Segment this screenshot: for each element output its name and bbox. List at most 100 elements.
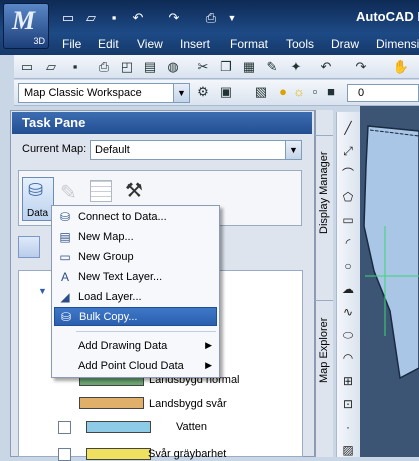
new-map-icon: ▤ [59, 230, 71, 244]
menu-item-label: Load Layer... [78, 291, 142, 303]
current-map-select[interactable]: Default ▼ [90, 140, 302, 160]
menu-item-add-point-cloud-data[interactable]: Add Point Cloud Data ▶ [54, 357, 217, 376]
tab-display-manager[interactable]: Display Manager [315, 135, 333, 250]
legend-label: Landsbygd svår [149, 398, 227, 410]
menu-item-label: Connect to Data... [78, 211, 167, 223]
menu-item-new-group[interactable]: ▭ New Group [54, 248, 217, 267]
new-icon[interactable]: ▭ [18, 58, 36, 76]
legend-swatch-svar-grayb [86, 448, 151, 460]
new-icon[interactable]: ▭ [60, 10, 76, 26]
menu-edit[interactable]: Edit [98, 37, 119, 51]
globe-icon[interactable]: ◍ [164, 58, 182, 76]
legend-label: Svår gräybarhet [148, 448, 227, 460]
menu-item-load-layer[interactable]: ◢ Load Layer... [54, 288, 217, 307]
open-icon[interactable]: ▱ [83, 10, 99, 26]
workspace-settings-icon[interactable]: ▣ [217, 83, 235, 101]
line-icon[interactable]: ╱ [339, 120, 357, 136]
data-button-label: Data [27, 208, 49, 219]
app-title: AutoCAD M [356, 9, 419, 24]
menu-separator [76, 331, 216, 332]
publish-icon[interactable]: ▤ [141, 58, 159, 76]
expand-triangle-icon[interactable]: ▼ [38, 286, 47, 296]
text-layer-icon: A [60, 270, 69, 284]
undo-icon[interactable]: ↶ [317, 58, 335, 76]
menu-item-new-map[interactable]: ▤ New Map... [54, 228, 217, 247]
task-pane-title: Task Pane [12, 112, 312, 134]
gear-icon[interactable]: ⚙ [194, 83, 212, 101]
menu-item-bulk-copy[interactable]: ⛁ Bulk Copy... [54, 307, 217, 326]
pan-icon[interactable]: ✋ [392, 58, 410, 76]
undo-icon[interactable]: ↶ [130, 10, 146, 26]
save-icon[interactable]: ▪ [106, 10, 122, 26]
menu-item-connect-to-data[interactable]: ⛁ Connect to Data... [54, 208, 217, 227]
application-menu-button[interactable]: M 3D [3, 3, 49, 49]
layer-color-icon[interactable]: ■ [322, 83, 340, 101]
database-icon: ⛁ [28, 180, 44, 200]
cut-icon[interactable]: ✂ [194, 58, 212, 76]
print-icon[interactable]: ⎙ [203, 10, 219, 26]
dropdown-icon[interactable]: ▼ [224, 10, 240, 26]
menu-item-add-drawing-data[interactable]: Add Drawing Data ▶ [54, 337, 217, 356]
spline-icon[interactable]: ∿ [339, 304, 357, 320]
revision-cloud-icon[interactable]: ☁ [339, 281, 357, 297]
menu-dimension[interactable]: Dimensio [376, 37, 419, 51]
layer-visibility-checkbox[interactable] [58, 448, 71, 461]
ellipse-arc-icon[interactable]: ◠ [339, 350, 357, 366]
layer-properties-icon[interactable]: ▧ [252, 83, 270, 101]
block-icon[interactable]: ✦ [287, 58, 305, 76]
layer-select[interactable]: 0 [347, 84, 419, 102]
map-polygon-drawing [363, 125, 419, 380]
menu-tools[interactable]: Tools [286, 37, 314, 51]
submenu-arrow-icon: ▶ [205, 340, 212, 350]
circle-icon[interactable]: ○ [339, 258, 357, 274]
paste-icon[interactable]: ▦ [240, 58, 258, 76]
table-icon[interactable] [90, 180, 112, 202]
arc-icon[interactable]: ◜ [339, 235, 357, 251]
workspace-select[interactable]: Map Classic Workspace ▼ [18, 83, 190, 103]
group-toggle-icon[interactable] [18, 236, 40, 258]
menu-item-label: New Text Layer... [78, 271, 163, 283]
layer-visibility-checkbox[interactable] [58, 421, 71, 434]
copy-icon[interactable]: ❐ [217, 58, 235, 76]
menu-file[interactable]: File [62, 37, 81, 51]
menu-format[interactable]: Format [230, 37, 268, 51]
menu-view[interactable]: View [137, 37, 163, 51]
make-block-icon[interactable]: ⊡ [339, 396, 357, 412]
data-button[interactable]: ⛁ Data [22, 177, 54, 221]
polygon-icon[interactable]: ⬠ [339, 189, 357, 205]
chevron-down-icon: ▼ [173, 84, 189, 102]
version-badge: 3D [33, 36, 45, 46]
insert-block-icon[interactable]: ⊞ [339, 373, 357, 389]
menu-item-label: Add Drawing Data [78, 340, 168, 352]
folder-icon: ▭ [59, 250, 71, 264]
menu-item-label: New Map... [78, 231, 134, 243]
print-preview-icon[interactable]: ◰ [118, 58, 136, 76]
ellipse-icon[interactable]: ⬭ [339, 327, 357, 343]
hatch-icon[interactable]: ▨ [339, 442, 357, 458]
polyline-icon[interactable]: ⌒ [339, 166, 357, 182]
menu-draw[interactable]: Draw [331, 37, 359, 51]
open-icon[interactable]: ▱ [42, 58, 60, 76]
save-icon[interactable]: ▪ [66, 58, 84, 76]
style-brush-icon[interactable]: ✎ [60, 180, 77, 205]
drawing-canvas[interactable] [360, 106, 419, 457]
legend-swatch-landsbygd-svar [79, 397, 144, 409]
construction-line-icon[interactable]: ⤢ [339, 143, 357, 159]
tab-map-explorer[interactable]: Map Explorer [315, 300, 333, 400]
point-icon[interactable]: · [339, 419, 357, 435]
app-logo-letter: M [12, 6, 36, 35]
current-map-value: Default [95, 144, 130, 156]
submenu-arrow-icon: ▶ [205, 360, 212, 370]
print-icon[interactable]: ⎙ [95, 58, 113, 76]
layer-value: 0 [358, 87, 365, 99]
legend-swatch-vatten [86, 421, 151, 433]
tools-icon[interactable]: ⚒ [125, 178, 143, 203]
menu-item-new-text-layer[interactable]: A New Text Layer... [54, 268, 217, 287]
match-properties-icon[interactable]: ✎ [263, 58, 281, 76]
redo-icon[interactable]: ↷ [352, 58, 370, 76]
redo-icon[interactable]: ↷ [166, 10, 182, 26]
bulk-copy-icon: ⛁ [60, 310, 72, 324]
legend-label: Vatten [176, 421, 207, 433]
rectangle-icon[interactable]: ▭ [339, 212, 357, 228]
menu-insert[interactable]: Insert [180, 37, 210, 51]
